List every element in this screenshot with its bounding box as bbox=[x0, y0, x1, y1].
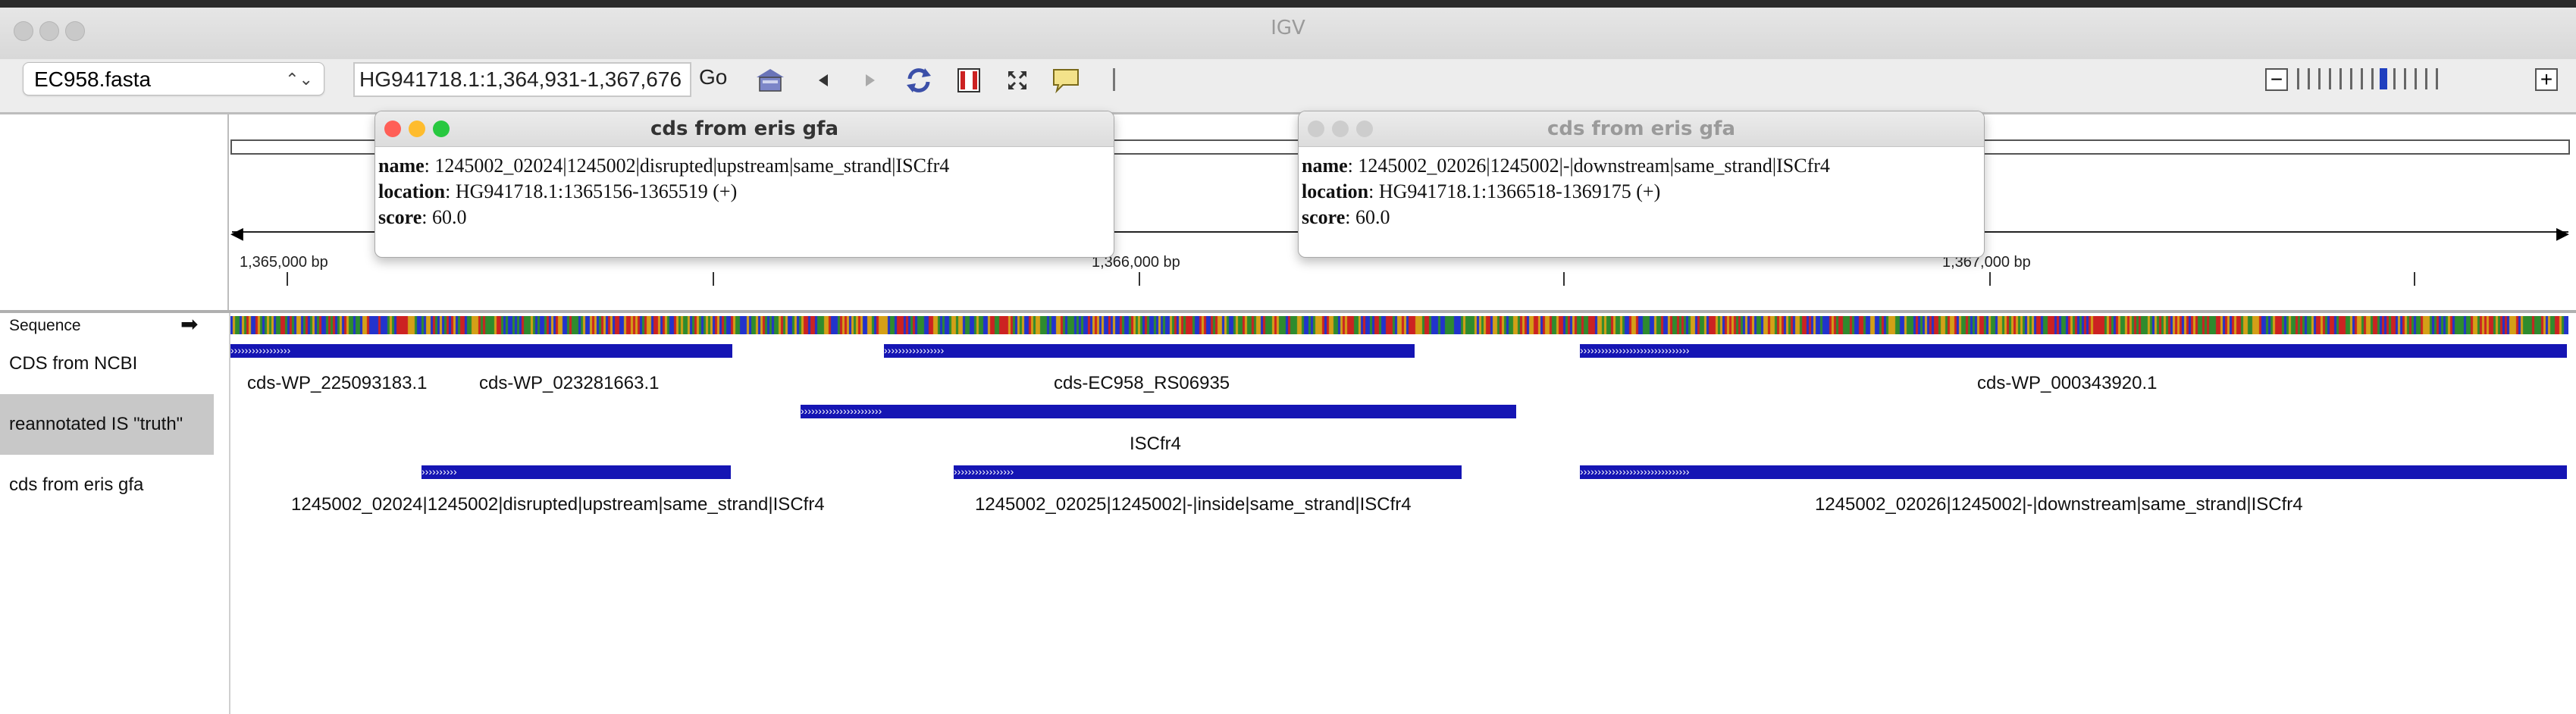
zoom-out-button[interactable]: − bbox=[2265, 68, 2288, 91]
ruler-tick-label: 1,365,000 bp bbox=[240, 254, 328, 271]
feature-popup-2[interactable]: cds from eris gfa name: 1245002_02026|12… bbox=[1298, 111, 1985, 258]
genome-dropdown-value: EC958.fasta bbox=[34, 67, 152, 91]
feature-eris-cds[interactable]: ›››››››››› bbox=[421, 465, 731, 479]
popup-location-value: HG941718.1:1365156-1365519 (+) bbox=[455, 180, 738, 202]
popup-minimize-button[interactable] bbox=[1332, 121, 1349, 137]
popup-minimize-button[interactable] bbox=[409, 121, 425, 137]
ruler-left-arrow-icon: ◀ bbox=[230, 224, 243, 243]
feature-is-truth[interactable]: ››››››››››››››››››››››› bbox=[801, 405, 1516, 418]
feature-label: 1245002_02026|1245002|-|downstream|same_… bbox=[1815, 494, 2303, 515]
feature-popup-1[interactable]: cds from eris gfa name: 1245002_02024|12… bbox=[374, 111, 1114, 258]
popup-zoom-button[interactable] bbox=[433, 121, 450, 137]
feature-label: cds-WP_000343920.1 bbox=[1977, 373, 2158, 393]
popup-location-row: location: HG941718.1:1366518-1369175 (+) bbox=[1302, 180, 1661, 202]
strand-arrow-icon[interactable]: ➡ bbox=[180, 314, 198, 335]
feature-cds-ncbi[interactable]: ››››››››››››››››› bbox=[230, 344, 732, 358]
ruler-tick bbox=[287, 272, 288, 286]
zoom-in-button[interactable]: + bbox=[2535, 68, 2558, 91]
ruler-right-arrow-icon: ▶ bbox=[2556, 224, 2569, 243]
ruler-tick bbox=[1989, 272, 1991, 286]
feature-cds-ncbi[interactable]: ››››››››››››››››››››››››››››››› bbox=[1580, 344, 2567, 358]
window-title: IGV bbox=[1271, 17, 1305, 39]
feature-label: 1245002_02024|1245002|disrupted|upstream… bbox=[291, 494, 825, 515]
popup-zoom-button[interactable] bbox=[1356, 121, 1373, 137]
popup-score-row: score: 60.0 bbox=[1302, 206, 1390, 228]
feature-label: cds-WP_023281663.1 bbox=[479, 373, 660, 393]
feature-label: cds-WP_225093183.1 bbox=[247, 373, 428, 393]
toolbar-separator bbox=[1113, 68, 1115, 91]
popup-body: name: 1245002_02026|1245002|-|downstream… bbox=[1299, 147, 1984, 230]
ruler-tick bbox=[2414, 272, 2415, 286]
zoom-slider[interactable] bbox=[2297, 68, 2438, 91]
region-icon[interactable] bbox=[954, 65, 984, 96]
popup-score-value: 60.0 bbox=[1355, 206, 1390, 228]
popup-titlebar[interactable]: cds from eris gfa bbox=[375, 111, 1114, 147]
track-name-cds-ncbi[interactable]: CDS from NCBI bbox=[0, 350, 227, 377]
track-name-eris-gfa[interactable]: cds from eris gfa bbox=[0, 471, 227, 499]
popup-name-value: 1245002_02026|1245002|-|downstream|same_… bbox=[1358, 155, 1830, 177]
ruler-tick bbox=[1139, 272, 1140, 286]
screen-top-strip bbox=[0, 0, 2576, 8]
header-name-column bbox=[0, 114, 229, 310]
feature-label: ISCfr4 bbox=[1130, 434, 1182, 454]
popup-name-row: name: 1245002_02024|1245002|disrupted|up… bbox=[378, 155, 950, 177]
track-name-sequence[interactable]: Sequence ➡ bbox=[0, 314, 227, 337]
feature-label: cds-EC958_RS06935 bbox=[1054, 373, 1230, 393]
popup-name-value: 1245002_02024|1245002|disrupted|upstream… bbox=[434, 155, 950, 177]
popup-titlebar[interactable]: cds from eris gfa bbox=[1299, 111, 1984, 147]
popup-close-button[interactable] bbox=[1308, 121, 1324, 137]
feature-label: 1245002_02025|1245002|-|inside|same_stra… bbox=[975, 494, 1412, 515]
resize-icon[interactable] bbox=[1002, 65, 1033, 96]
popup-score-row: score: 60.0 bbox=[378, 206, 467, 228]
back-icon[interactable] bbox=[808, 65, 838, 96]
feature-eris-cds[interactable]: ››››››››››››››››› bbox=[954, 465, 1462, 479]
feature-cds-ncbi[interactable]: ››››››››››››››››› bbox=[884, 344, 1415, 358]
ruler-tick bbox=[1563, 272, 1565, 286]
refresh-icon[interactable] bbox=[904, 65, 934, 96]
zoom-slider-thumb bbox=[2380, 68, 2387, 89]
forward-icon[interactable] bbox=[855, 65, 885, 96]
feature-eris-cds[interactable]: ››››››››››››››››››››››››››››››› bbox=[1580, 465, 2567, 479]
ruler-tick bbox=[713, 272, 714, 286]
popup-score-value: 60.0 bbox=[432, 206, 467, 228]
popup-title: cds from eris gfa bbox=[1547, 117, 1736, 140]
home-icon[interactable] bbox=[755, 65, 785, 96]
popup-body: name: 1245002_02024|1245002|disrupted|up… bbox=[375, 147, 1114, 230]
locus-search-input[interactable]: HG941718.1:1,364,931-1,367,676 bbox=[353, 62, 691, 97]
popup-location-value: HG941718.1:1366518-1369175 (+) bbox=[1378, 180, 1661, 202]
track-name-label: Sequence bbox=[9, 317, 81, 334]
name-panel-divider bbox=[229, 313, 230, 714]
popup-name-row: name: 1245002_02026|1245002|-|downstream… bbox=[1302, 155, 1830, 177]
popup-location-row: location: HG941718.1:1365156-1365519 (+) bbox=[378, 180, 738, 202]
popup-title: cds from eris gfa bbox=[650, 117, 839, 140]
genome-dropdown[interactable]: EC958.fasta ⌃⌄ bbox=[23, 62, 324, 96]
track-name-reannotated-is[interactable]: reannotated IS "truth" bbox=[0, 394, 214, 455]
go-button[interactable]: Go bbox=[699, 65, 727, 89]
dropdown-arrows-icon: ⌃⌄ bbox=[285, 70, 313, 89]
window-titlebar: IGV bbox=[0, 0, 2576, 60]
sequence-track-bases bbox=[230, 316, 2568, 334]
popup-close-button[interactable] bbox=[384, 121, 401, 137]
popup-info-icon[interactable] bbox=[1051, 65, 1081, 96]
